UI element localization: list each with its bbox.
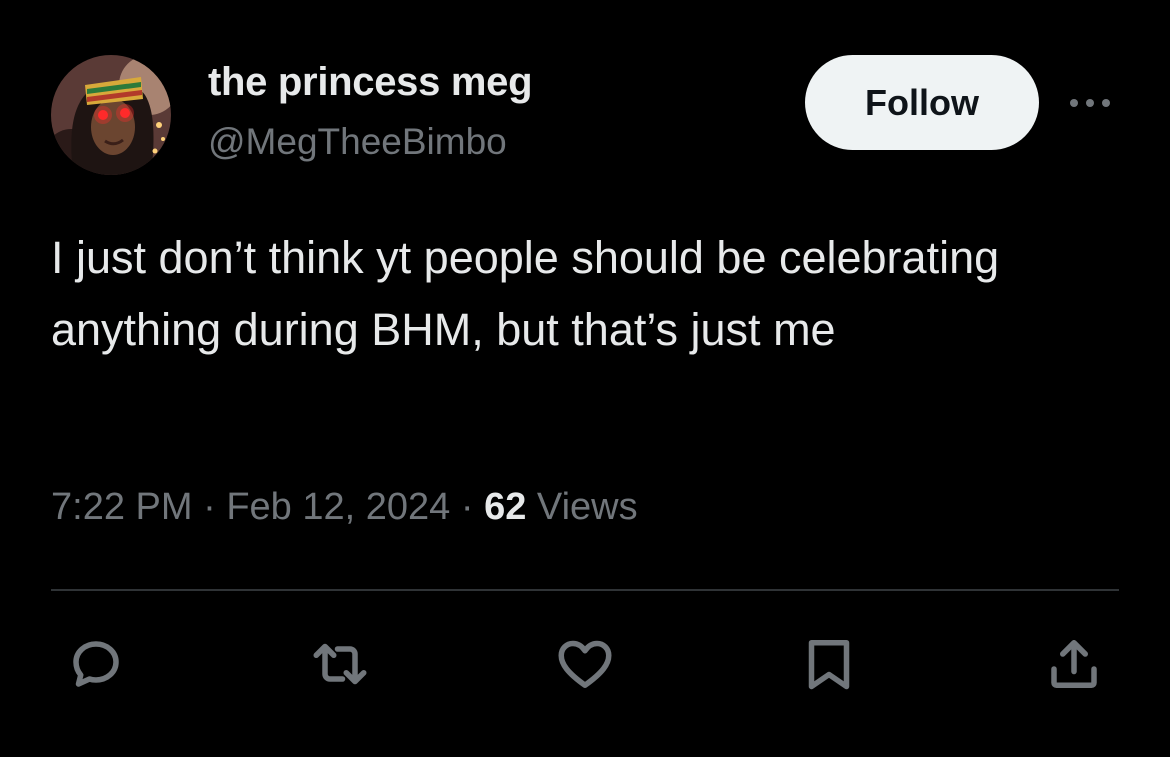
like-button[interactable] <box>553 632 617 696</box>
more-horizontal-icon <box>1070 99 1110 107</box>
reply-button[interactable] <box>64 632 128 696</box>
avatar[interactable] <box>51 55 171 175</box>
share-button[interactable] <box>1042 632 1106 696</box>
follow-button[interactable]: Follow <box>805 55 1039 150</box>
tweet-date[interactable]: Feb 12, 2024 <box>226 486 450 528</box>
retweet-icon <box>313 643 367 685</box>
views-count: 62 <box>484 486 527 528</box>
more-options-button[interactable] <box>1066 88 1114 118</box>
bookmark-button[interactable] <box>797 632 861 696</box>
tweet-text: I just don’t think yt people should be c… <box>51 232 1000 355</box>
heart-icon <box>558 640 612 688</box>
separator: · <box>460 486 474 528</box>
share-icon <box>1051 640 1097 688</box>
display-name[interactable]: the princess meg <box>208 60 533 105</box>
avatar-image <box>51 55 171 175</box>
separator: · <box>203 486 216 528</box>
user-handle[interactable]: @MegTheeBimbo <box>208 121 507 163</box>
retweet-button[interactable] <box>308 632 372 696</box>
views-label: Views <box>536 486 638 528</box>
divider <box>51 589 1119 591</box>
tweet-metadata: 7:22 PM · Feb 12, 2024 · 62 Views <box>51 486 638 529</box>
tweet-time[interactable]: 7:22 PM <box>51 486 193 528</box>
reply-icon <box>73 641 119 687</box>
bookmark-icon <box>808 640 850 690</box>
